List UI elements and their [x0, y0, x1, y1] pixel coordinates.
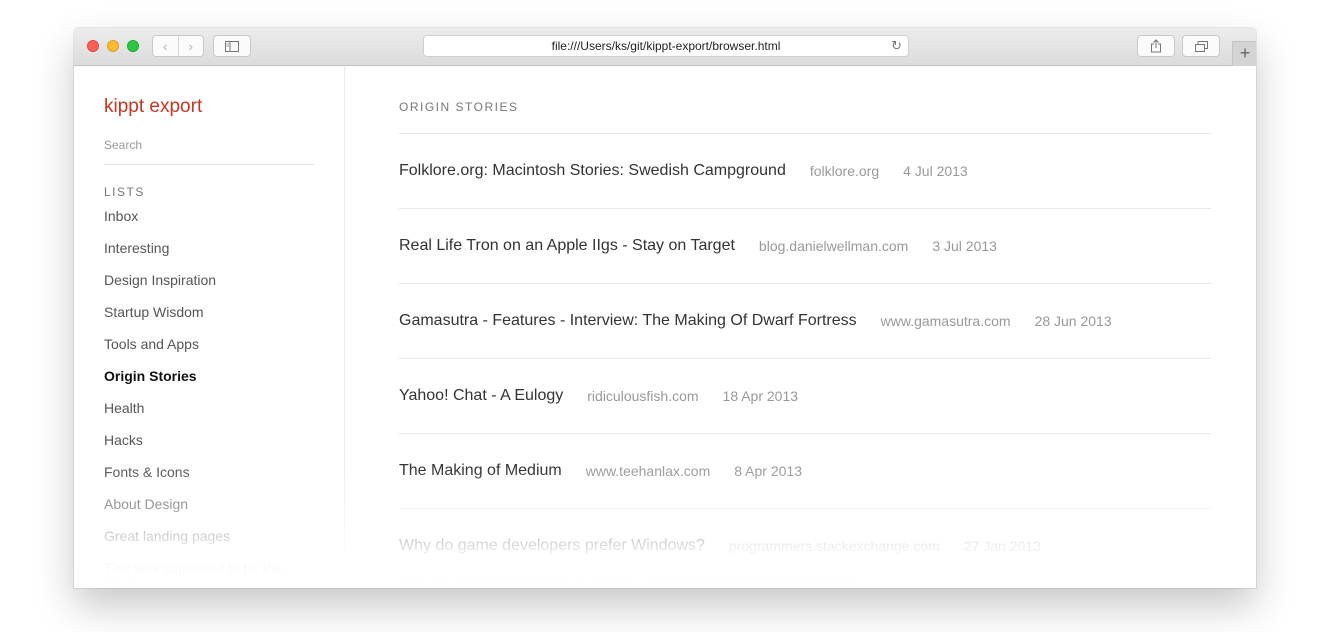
- story-domain: www.teehanlax.com: [585, 463, 711, 479]
- sidebar-item-interesting[interactable]: Interesting: [104, 240, 304, 272]
- page-title: ORIGIN STORIES: [399, 100, 519, 114]
- story-title-link[interactable]: Real Life Tron on an Apple IIgs - Stay o…: [399, 237, 735, 255]
- browser-window: ‹ › file:///Users/ks/git/kippt-export/br…: [74, 28, 1256, 588]
- story-date: 28 Jun 2013: [1034, 313, 1112, 329]
- story-excerpt: Also look at the list of DirectX vs. Ope…: [399, 571, 856, 586]
- brand-title[interactable]: kippt export: [104, 96, 202, 118]
- chevron-left-icon[interactable]: ‹: [153, 36, 179, 56]
- share-button[interactable]: [1137, 35, 1175, 57]
- story-date: 27 Jan 2013: [963, 538, 1041, 554]
- sidebar-item-great-landing-pages[interactable]: Great landing pages: [104, 528, 304, 560]
- lists-nav: Inbox Interesting Design Inspiration Sta…: [104, 208, 304, 588]
- close-window-button[interactable]: [87, 40, 99, 52]
- sidebar-item-design-inspiration[interactable]: Design Inspiration: [104, 272, 304, 304]
- sidebar-item-about-design[interactable]: About Design: [104, 496, 304, 528]
- list-item: Gamasutra - Features - Interview: The Ma…: [399, 284, 1211, 359]
- sidebar-item-supposed-future[interactable]: This was supposed to be the future: [104, 560, 304, 588]
- story-date: 18 Apr 2013: [722, 388, 799, 404]
- sidebar-item-startup-wisdom[interactable]: Startup Wisdom: [104, 304, 304, 336]
- story-domain: blog.danielwellman.com: [758, 238, 909, 254]
- tabs-icon: [1194, 40, 1208, 52]
- share-icon: [1151, 39, 1161, 53]
- history-nav-group: ‹ ›: [152, 35, 204, 57]
- sidebar-item-origin-stories[interactable]: Origin Stories: [104, 368, 304, 400]
- story-domain: www.gamasutra.com: [880, 313, 1011, 329]
- address-url: file:///Users/ks/git/kippt-export/browse…: [551, 39, 781, 53]
- search-input[interactable]: [104, 138, 314, 165]
- list-item: Folklore.org: Macintosh Stories: Swedish…: [399, 134, 1211, 209]
- chevron-right-icon[interactable]: ›: [179, 36, 204, 56]
- maximize-window-button[interactable]: [127, 40, 139, 52]
- sidebar-item-tools-and-apps[interactable]: Tools and Apps: [104, 336, 304, 368]
- story-title-link[interactable]: Why do game developers prefer Windows?: [399, 537, 705, 555]
- story-title-link[interactable]: Gamasutra - Features - Interview: The Ma…: [399, 312, 857, 330]
- story-title-link[interactable]: Folklore.org: Macintosh Stories: Swedish…: [399, 162, 786, 180]
- story-title-link[interactable]: Yahoo! Chat - A Eulogy: [399, 387, 563, 405]
- sidebar-toggle-button[interactable]: [213, 35, 251, 57]
- list-item: The Making of Medium www.teehanlax.com 8…: [399, 434, 1211, 509]
- show-tabs-button[interactable]: [1182, 35, 1220, 57]
- plus-icon[interactable]: +: [1232, 41, 1256, 66]
- story-date: 4 Jul 2013: [903, 163, 968, 179]
- lists-heading: LISTS: [104, 185, 145, 199]
- list-item: Real Life Tron on an Apple IIgs - Stay o…: [399, 209, 1211, 284]
- browser-toolbar: ‹ › file:///Users/ks/git/kippt-export/br…: [74, 28, 1256, 66]
- lists-sidebar: kippt export LISTS Inbox Interesting Des…: [74, 66, 345, 588]
- sidebar-icon: [225, 40, 239, 52]
- sidebar-item-health[interactable]: Health: [104, 400, 304, 432]
- list-item: Yahoo! Chat - A Eulogy ridiculousfish.co…: [399, 359, 1211, 434]
- story-date: 8 Apr 2013: [734, 463, 802, 479]
- sidebar-item-fonts-icons[interactable]: Fonts & Icons: [104, 464, 304, 496]
- story-title-link[interactable]: The Making of Medium: [399, 462, 562, 480]
- sidebar-item-inbox[interactable]: Inbox: [104, 208, 304, 240]
- stories-list: Folklore.org: Macintosh Stories: Swedish…: [399, 133, 1211, 586]
- story-domain: folklore.org: [809, 163, 880, 179]
- address-bar[interactable]: file:///Users/ks/git/kippt-export/browse…: [423, 35, 909, 57]
- minimize-window-button[interactable]: [107, 40, 119, 52]
- story-date: 3 Jul 2013: [932, 238, 997, 254]
- story-domain: programmers.stackexchange.com: [728, 538, 940, 554]
- reload-icon[interactable]: ↻: [891, 36, 902, 56]
- page-content: kippt export LISTS Inbox Interesting Des…: [74, 66, 1256, 588]
- sidebar-item-hacks[interactable]: Hacks: [104, 432, 304, 464]
- story-domain: ridiculousfish.com: [587, 388, 699, 404]
